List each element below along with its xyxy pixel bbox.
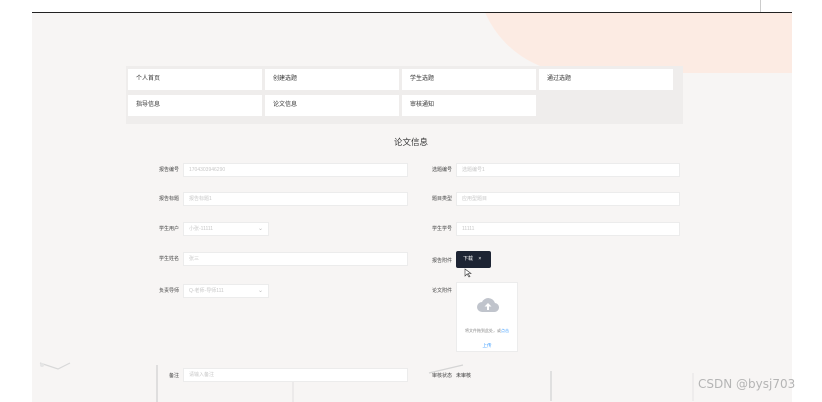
paper-attachment-label: 论文附件: [431, 288, 452, 294]
decorative-pen-icon: [692, 373, 694, 401]
report-attachment-label: 报告附件: [431, 258, 452, 264]
decorative-pen-icon: [550, 371, 552, 401]
report-id-label: 报告编号: [158, 167, 179, 173]
download-button[interactable]: 下载 ×: [456, 251, 491, 268]
student-user-label: 学生用户: [158, 226, 179, 232]
topic-id-field[interactable]: 选题编号1: [456, 163, 680, 177]
report-title-label: 报告标题: [158, 196, 179, 202]
nav-item-paper-info[interactable]: 论文信息: [265, 95, 399, 116]
watermark: CSDN @bysj703: [698, 377, 796, 391]
teacher-value: Q-老师-导师111: [189, 288, 224, 294]
page-title: 论文信息: [393, 137, 428, 147]
topic-type-label: 题目类型: [431, 196, 452, 202]
nav-item-student-topic[interactable]: 学生选题: [402, 69, 536, 90]
topic-type-field[interactable]: 应用型题目: [456, 192, 680, 206]
upload-hint: 将文件拖到此处，或点击: [457, 328, 517, 334]
nav-item-approved-topic[interactable]: 通过选题: [539, 69, 673, 90]
decorative-pen-icon: [39, 362, 71, 370]
nav-item-create-topic[interactable]: 创建选题: [265, 69, 399, 90]
upload-dropzone[interactable]: 将文件拖到此处，或点击 上传: [456, 282, 518, 352]
teacher-select[interactable]: Q-老师-导师111 ⌄: [183, 284, 269, 298]
decorative-blob: [477, 13, 792, 73]
remark-label: 备注: [168, 373, 179, 379]
upload-hint-link[interactable]: 点击: [501, 328, 509, 333]
student-name-label: 学生姓名: [158, 256, 179, 262]
chevron-down-icon: ⌄: [257, 226, 263, 232]
remark-field[interactable]: 请输入备注: [183, 368, 408, 382]
chevron-down-icon: ⌄: [257, 288, 263, 294]
nav-item-guidance[interactable]: 指导信息: [128, 95, 262, 116]
top-right-divider: [760, 0, 761, 12]
report-title-field[interactable]: 报告标题1: [183, 192, 408, 206]
report-id-field[interactable]: 1704303946290: [183, 163, 408, 177]
student-no-field[interactable]: 11111: [456, 222, 680, 236]
student-no-label: 学生学号: [431, 226, 452, 232]
teacher-label: 负责导师: [158, 288, 179, 294]
mouse-cursor-icon: [464, 268, 472, 278]
download-label: 下载: [463, 256, 474, 262]
review-status-label: 审核状态: [431, 373, 452, 379]
nav-item-review-notice[interactable]: 审核通知: [402, 95, 536, 116]
topic-id-label: 选题编号: [431, 167, 452, 173]
cloud-upload-icon: [477, 298, 499, 313]
upload-link[interactable]: 上传: [457, 343, 517, 349]
review-status-value: 未审核: [456, 373, 472, 379]
student-user-select[interactable]: 小张-11111 ⌄: [183, 222, 269, 236]
upload-hint-text: 将文件拖到此处，或: [465, 328, 501, 333]
student-name-field[interactable]: 张三: [183, 252, 408, 266]
decorative-pen-icon: [156, 365, 158, 402]
nav-item-home[interactable]: 个人首页: [128, 69, 262, 90]
student-user-value: 小张-11111: [189, 226, 214, 232]
close-icon: ×: [478, 256, 482, 262]
